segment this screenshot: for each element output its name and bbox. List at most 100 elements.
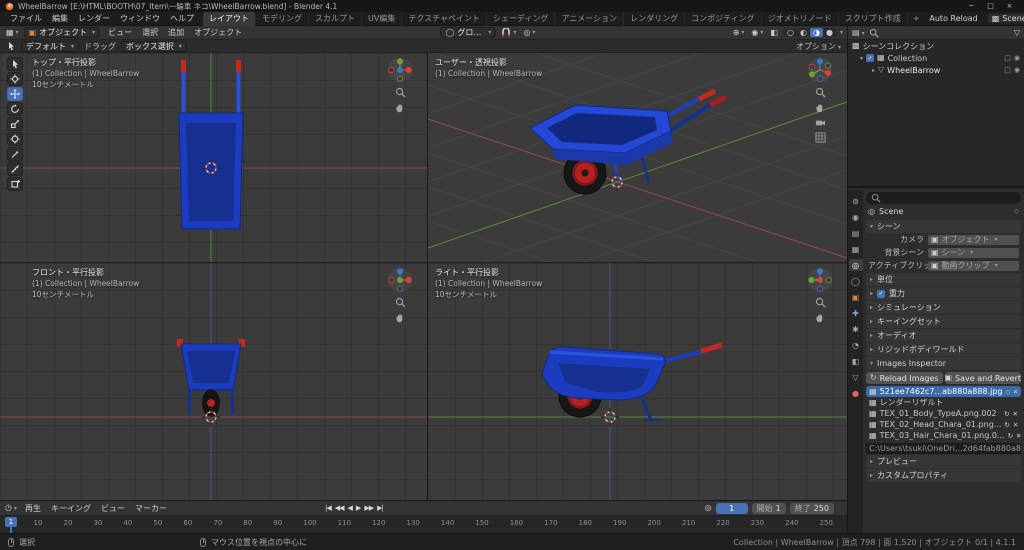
tab-constraints[interactable]: ◧ [849,355,863,367]
navigation-gizmo[interactable] [807,57,833,83]
play-button[interactable]: ▶ [356,504,361,512]
show-overlays-button[interactable]: ◉ [749,28,765,37]
frame-end-field[interactable]: 終了 250 [789,502,834,514]
tab-output[interactable]: ▤ [849,227,863,239]
zoom-icon[interactable] [395,297,406,308]
outliner-row-wheelbarrow[interactable]: ▸ ▽ WheelBarrow □ ◉ [848,64,1024,76]
pan-hand-icon[interactable] [395,102,406,113]
navigation-gizmo[interactable] [807,267,833,293]
gravity-checkbox[interactable] [877,289,886,298]
editor-timeline-icon[interactable]: ◷ [5,504,17,512]
hide-viewport-icon[interactable]: □ [1004,54,1011,62]
pan-hand-icon[interactable] [815,312,826,323]
navigation-gizmo[interactable] [387,267,413,293]
camera-view-icon[interactable] [815,117,826,128]
workspace-tab[interactable]: シェーディング [487,11,556,26]
tab-render[interactable]: ◉ [849,211,863,223]
zoom-icon[interactable] [395,87,406,98]
topbar-menu-item[interactable]: 編集 [47,13,73,24]
section-images-inspector[interactable]: Images Inspector [866,357,1021,370]
play-reverse-button[interactable]: ◀ [348,504,353,512]
reload-images-button[interactable]: ↻ Reload Images [866,372,943,384]
viewport-user[interactable]: ユーザー・透視投影 (1) Collection | WheelBarrow [428,53,847,262]
viewport-right[interactable]: ライト・平行投影 (1) Collection | WheelBarrow 10… [428,263,847,500]
add-workspace-button[interactable]: + [908,14,925,23]
timeline-ruler[interactable]: 1 11020304050607080901001101201301401501… [0,516,847,533]
topbar-menu-item[interactable]: ファイル [5,13,47,24]
timeline-menu-item[interactable]: 再生 [20,503,46,514]
tab-object[interactable]: ▣ [849,291,863,303]
workspace-tab[interactable]: UV編集 [362,11,403,26]
image-row[interactable]: ▦ TEX_02_Head_Chara_01.png... ↻ ✕ [866,419,1021,430]
proportional-edit-button[interactable]: ◎ [521,28,537,37]
workspace-tab[interactable]: テクスチャペイント [402,11,488,26]
navigation-gizmo[interactable] [387,57,413,83]
unlink-image-icon[interactable]: ✕ [1013,388,1018,396]
options-dropdown[interactable]: オプション [796,41,841,52]
tab-material[interactable]: ● [849,387,863,399]
section-audio[interactable]: オーディオ [866,329,1021,342]
jump-to-start-button[interactable]: |◀ [325,504,332,512]
tool-rotate[interactable] [7,102,23,116]
tool-cursor[interactable] [7,72,23,86]
reload-image-icon[interactable]: ↻ [1004,421,1009,429]
workspace-tab[interactable]: スカルプト [309,11,362,26]
image-row[interactable]: ▦ TEX_03_Hair_Chara_01.png.0... ↻ ✕ [866,430,1021,441]
frame-start-field[interactable]: 開始 1 [751,502,786,514]
playhead[interactable]: 1 [5,516,17,533]
timeline-menu-item[interactable]: マーカー [130,503,172,514]
unlink-image-icon[interactable]: ✕ [1013,410,1018,418]
active-image-field[interactable]: ▦ 521ee7462c7...ab880a888.jpg ▫ ✕ [866,386,1021,397]
tool-scale[interactable] [7,117,23,131]
tool-select-box[interactable] [7,57,23,71]
disable-render-icon[interactable]: ◉ [1014,66,1020,74]
pin-icon[interactable]: ◇ [1014,208,1019,215]
outliner-row-collection[interactable]: ▾ ▦ Collection □ ◉ [848,52,1024,64]
workspace-tab[interactable]: スクリプト作成 [839,11,908,26]
workspace-tab[interactable]: レンダリング [624,11,686,26]
reload-image-icon[interactable]: ↻ [1008,432,1013,440]
tool-transform[interactable] [7,132,23,146]
tool-measure[interactable] [7,162,23,176]
tab-particles[interactable]: ✱ [849,323,863,335]
viewport-front[interactable]: フロント・平行投影 (1) Collection | WheelBarrow 1… [0,263,427,500]
workspace-tab[interactable]: ジオメトリノード [762,11,839,26]
property-field[interactable]: ▣ シーン [928,247,1019,258]
image-row-render-result[interactable]: ▦ レンダーリザルト [866,397,1021,408]
reload-image-icon[interactable]: ↻ [1004,410,1009,418]
topbar-menu-item[interactable]: ヘルプ [165,13,199,24]
tab-physics[interactable]: ◔ [849,339,863,351]
toggle-xray-button[interactable]: ◧ [768,28,780,37]
shading-solid-button[interactable]: ◐ [797,28,810,37]
scene-selector[interactable]: ▩ Scene × [986,13,1024,24]
hide-viewport-icon[interactable]: □ [1004,66,1011,74]
search-icon[interactable] [869,28,879,38]
snap-button[interactable] [499,27,518,38]
section-simulation[interactable]: シミュレーション [866,301,1021,314]
viewport-menu-item[interactable]: 選択 [137,27,163,38]
tool-move[interactable] [7,87,23,101]
section-scene[interactable]: シーン [866,220,1021,233]
section-keying-sets[interactable]: キーイングセット [866,315,1021,328]
next-keyframe-button[interactable]: ▶▶ [364,504,374,512]
drag-mode-selector[interactable]: ボックス選択 [121,40,187,52]
property-field[interactable]: ▣ 動画クリップ [928,260,1019,271]
pan-hand-icon[interactable] [395,312,406,323]
tool-add-cube[interactable] [7,177,23,191]
editor-outliner-icon[interactable]: ▤ [852,28,865,37]
auto-reload-button[interactable]: Auto Reload [924,14,982,23]
collection-checkbox[interactable] [866,54,875,62]
tab-view-layer[interactable]: ▦ [849,243,863,255]
mode-selector[interactable]: ▣ オブジェクト [23,27,101,38]
tool-annotate[interactable] [7,147,23,161]
shading-rendered-button[interactable]: ● [823,28,836,37]
minimize-button[interactable]: ─ [962,2,981,10]
section-preview[interactable]: プレビュー [866,455,1021,468]
section-units[interactable]: 単位 [866,273,1021,286]
fake-user-icon[interactable]: ▫ [1006,388,1010,396]
tab-scene[interactable]: ◎ [848,259,863,271]
filter-icon[interactable]: ▽ [1014,28,1020,37]
pan-hand-icon[interactable] [815,102,826,113]
disable-render-icon[interactable]: ◉ [1014,54,1020,62]
viewport-menu-item[interactable]: ビュー [103,27,137,38]
